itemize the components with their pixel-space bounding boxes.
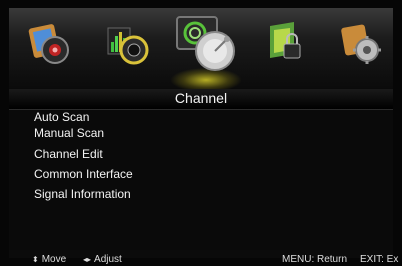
channel-icon: [176, 16, 235, 71]
picture-menu-tab[interactable]: [17, 8, 87, 93]
channel-menu-tab[interactable]: [171, 8, 241, 93]
sound-menu-tab[interactable]: [94, 8, 164, 93]
menu-item-manual-scan[interactable]: Manual Scan: [34, 126, 104, 140]
move-hint-label: Move: [41, 254, 67, 265]
picture-icon: [28, 24, 69, 64]
menu-item-channel-edit[interactable]: Channel Edit: [34, 147, 103, 161]
lock-icon: [270, 22, 301, 59]
menu-item-auto-scan[interactable]: Auto Scan: [34, 110, 89, 124]
up-down-arrows-icon: ⬍: [32, 255, 39, 264]
page-title: Channel: [174, 90, 228, 106]
adjust-hint: ◂▸ Adjust: [83, 254, 122, 265]
menu-return-hint: MENU: Return: [282, 254, 348, 265]
move-hint: ⬍ Move: [32, 254, 66, 265]
hint-bar: ⬍ Move ◂▸ Adjust MENU: Return EXIT: Ex: [9, 254, 398, 266]
setup-menu-tab[interactable]: [327, 8, 397, 93]
sound-icon: [107, 27, 149, 65]
adjust-hint-label: Adjust: [94, 254, 122, 265]
menu-item-common-interface[interactable]: Common Interface: [34, 167, 133, 181]
exit-hint: EXIT: Ex: [360, 254, 399, 265]
menu-title-bar: Channel: [9, 89, 393, 110]
menu-icon-bar: [9, 8, 393, 93]
osd-screen: Channel Auto Scan Manual Scan Channel Ed…: [0, 0, 402, 266]
left-right-arrows-icon: ◂▸: [83, 255, 92, 264]
setup-icon: [341, 24, 381, 64]
channel-menu-list: Auto Scan Manual Scan Channel Edit Commo…: [9, 110, 393, 250]
menu-item-signal-information[interactable]: Signal Information: [34, 187, 131, 201]
lock-menu-tab[interactable]: [254, 8, 324, 93]
